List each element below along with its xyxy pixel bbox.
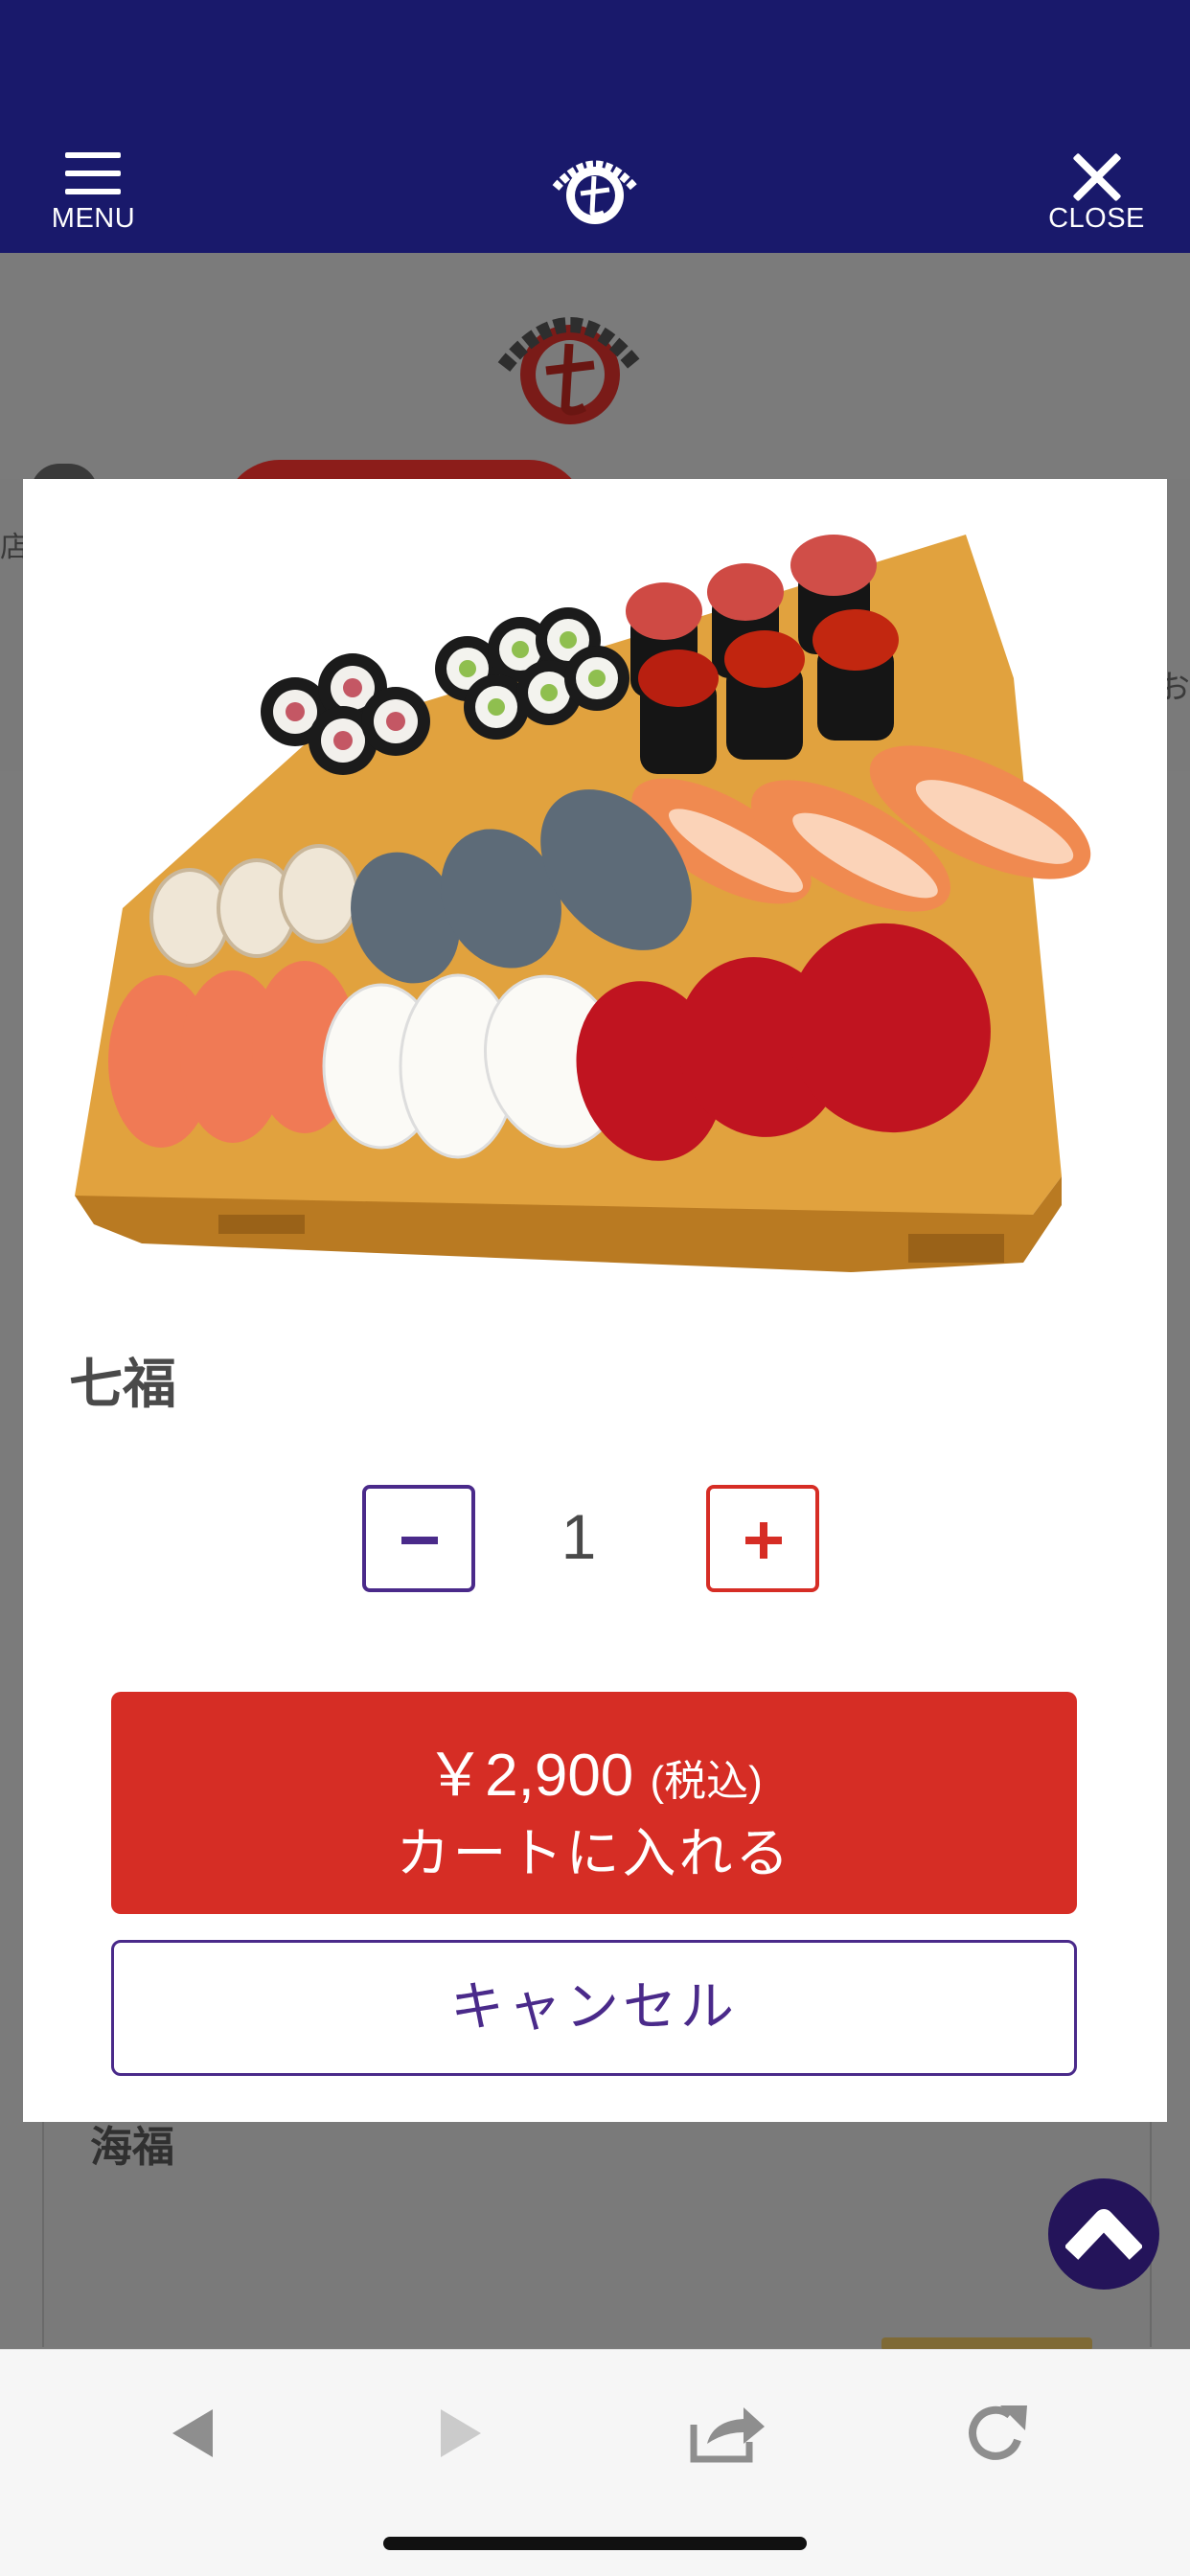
forward-icon[interactable] xyxy=(439,2407,483,2459)
hamburger-icon xyxy=(65,152,121,194)
reload-icon[interactable] xyxy=(966,2402,1029,2465)
menu-button[interactable]: MENU xyxy=(48,148,139,239)
top-header: MENU CLOSE xyxy=(0,0,1190,253)
shop-emblem-icon[interactable] xyxy=(544,146,646,234)
back-icon[interactable] xyxy=(171,2407,215,2459)
share-icon[interactable] xyxy=(690,2400,767,2463)
product-name: 七福 xyxy=(69,1354,176,1416)
price: ￥2,900 (税込) xyxy=(111,1726,1077,1812)
cancel-button[interactable]: キャンセル xyxy=(111,1940,1077,2076)
close-icon xyxy=(1070,150,1124,204)
add-to-cart-button[interactable]: ￥2,900 (税込) カートに入れる xyxy=(111,1692,1077,1914)
price-value: ￥2,900 xyxy=(425,1743,634,1809)
quantity-decrease-button[interactable] xyxy=(362,1485,475,1592)
close-label: CLOSE xyxy=(1048,203,1145,234)
quantity-value: 1 xyxy=(561,1501,597,1572)
close-button[interactable]: CLOSE xyxy=(1048,148,1144,239)
menu-label: MENU xyxy=(51,203,136,234)
sushi-platter-image xyxy=(75,535,1091,1272)
add-to-cart-label: カートに入れる xyxy=(396,1823,792,1885)
page-logo xyxy=(497,317,643,424)
product-modal: 七福 1 ￥2,900 (税込) カートに入れる キャンセル xyxy=(23,479,1167,2122)
scroll-to-top-button[interactable] xyxy=(1048,2178,1159,2290)
quantity-increase-button[interactable] xyxy=(706,1485,819,1592)
home-indicator xyxy=(383,2537,807,2550)
tax-note: (税込) xyxy=(650,1758,763,1805)
chevron-up-icon xyxy=(1065,2209,1142,2260)
